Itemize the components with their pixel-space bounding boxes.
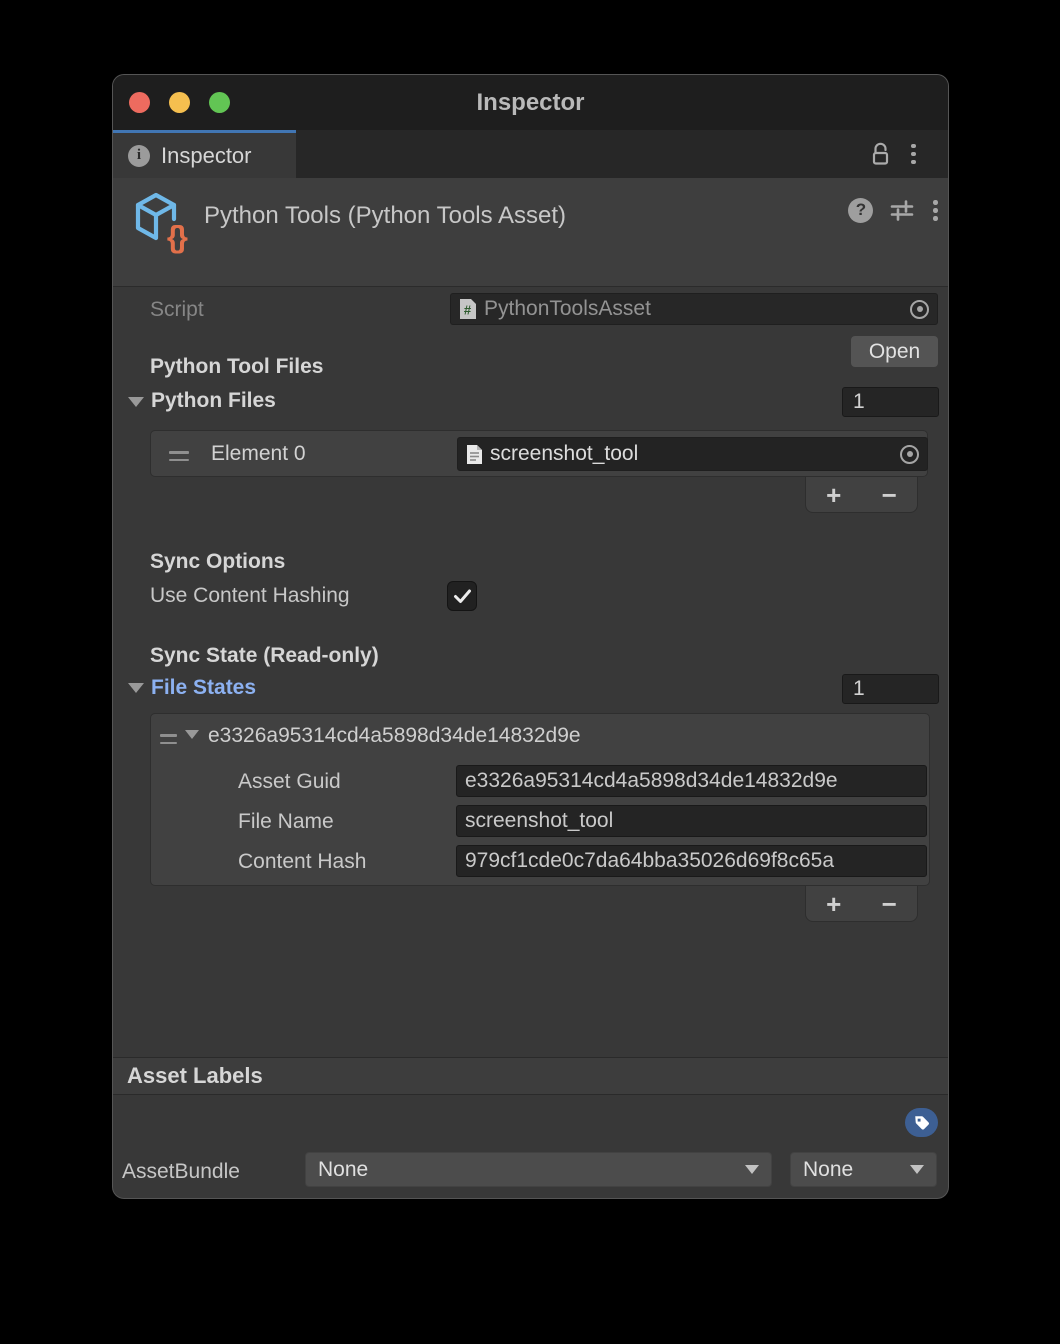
asset-bundle-label: AssetBundle [122,1160,240,1184]
window-title: Inspector [113,75,948,130]
file-states-label: File States [151,676,256,700]
asset-guid-value: e3326a95314cd4a5898d34de14832d9e [465,769,838,793]
tab-bar: i Inspector [113,130,948,178]
python-files-size-value: 1 [853,390,865,414]
content-hash-field[interactable]: 979cf1cde0c7da64bba35026d69f8c65a [456,845,927,877]
remove-element-button[interactable]: − [874,482,905,508]
element-value: screenshot_tool [490,442,893,466]
entry-foldout-icon[interactable] [185,730,199,739]
asset-labels-strip[interactable]: Asset Labels [113,1058,948,1094]
drag-handle-icon[interactable] [169,451,189,461]
python-files-foldout-icon[interactable] [128,397,144,407]
asset-title: Python Tools (Python Tools Asset) [204,202,566,230]
text-asset-icon [466,444,483,465]
object-picker-icon[interactable] [910,300,929,319]
tab-menu-kebab-icon[interactable] [909,140,918,169]
object-picker-icon[interactable] [900,445,919,464]
chevron-down-icon [910,1165,924,1174]
chevron-down-icon [745,1165,759,1174]
open-button[interactable]: Open [851,336,938,367]
screen: Inspector i Inspector [0,0,1060,1344]
asset-guid-label: Asset Guid [238,770,341,794]
file-name-field[interactable]: screenshot_tool [456,805,927,837]
file-states-list: e3326a95314cd4a5898d34de14832d9e Asset G… [150,713,930,886]
python-tools-asset-icon: {} [133,192,191,252]
divider [113,1094,948,1095]
asset-bundle-variant-dropdown[interactable]: None [790,1152,937,1187]
braces-glyph: {} [167,221,185,252]
file-state-entry-header: e3326a95314cd4a5898d34de14832d9e [208,724,581,748]
list-item[interactable]: Element 0 screenshot_t [151,431,927,476]
help-icon[interactable]: ? [848,198,873,223]
asset-label-tag-button[interactable] [905,1108,938,1137]
asset-labels-header: Asset Labels [127,1063,263,1089]
file-states-list-controls: + − [805,886,918,922]
svg-text:#: # [464,303,472,318]
python-files-size-field[interactable]: 1 [842,387,939,417]
inspector-header: {} Python Tools (Python Tools Asset) ? [113,178,948,287]
script-value: PythonToolsAsset [484,297,903,321]
python-files-list-controls: + − [805,477,918,513]
inspector-window: Inspector i Inspector [113,75,948,1198]
content-hash-value: 979cf1cde0c7da64bba35026d69f8c65a [465,849,834,873]
element-label: Element 0 [211,442,306,466]
python-tool-files-header: Python Tool Files [150,355,323,379]
asset-bundle-variant-value: None [803,1158,853,1182]
remove-element-button[interactable]: − [874,891,905,917]
script-object-field[interactable]: # PythonToolsAsset [450,293,938,325]
lock-icon[interactable] [870,142,891,167]
file-name-label: File Name [238,810,334,834]
tab-label: Inspector [161,143,252,169]
content-hash-label: Content Hash [238,850,366,874]
python-files-label: Python Files [151,389,276,413]
presets-icon[interactable] [889,197,915,223]
script-label: Script [150,298,204,322]
use-content-hashing-label: Use Content Hashing [150,584,350,608]
asset-bundle-value: None [318,1158,368,1182]
element-object-field[interactable]: screenshot_tool [457,437,928,471]
add-element-button[interactable]: + [818,891,849,917]
python-files-list: Element 0 screenshot_t [150,430,928,477]
drag-handle-icon[interactable] [160,734,177,744]
asset-bundle-dropdown[interactable]: None [305,1152,772,1187]
header-menu-kebab-icon[interactable] [931,196,940,225]
sync-options-header: Sync Options [150,550,285,574]
file-states-size-field[interactable]: 1 [842,674,939,704]
use-content-hashing-checkbox[interactable] [447,581,477,611]
info-icon: i [128,145,150,167]
csharp-script-icon: # [459,298,477,320]
sync-state-header: Sync State (Read-only) [150,644,379,668]
window-titlebar: Inspector [113,75,948,130]
add-element-button[interactable]: + [818,482,849,508]
file-states-foldout-icon[interactable] [128,683,144,693]
tab-inspector[interactable]: i Inspector [113,130,296,178]
file-name-value: screenshot_tool [465,809,613,833]
asset-guid-field[interactable]: e3326a95314cd4a5898d34de14832d9e [456,765,927,797]
file-states-size-value: 1 [853,677,865,701]
